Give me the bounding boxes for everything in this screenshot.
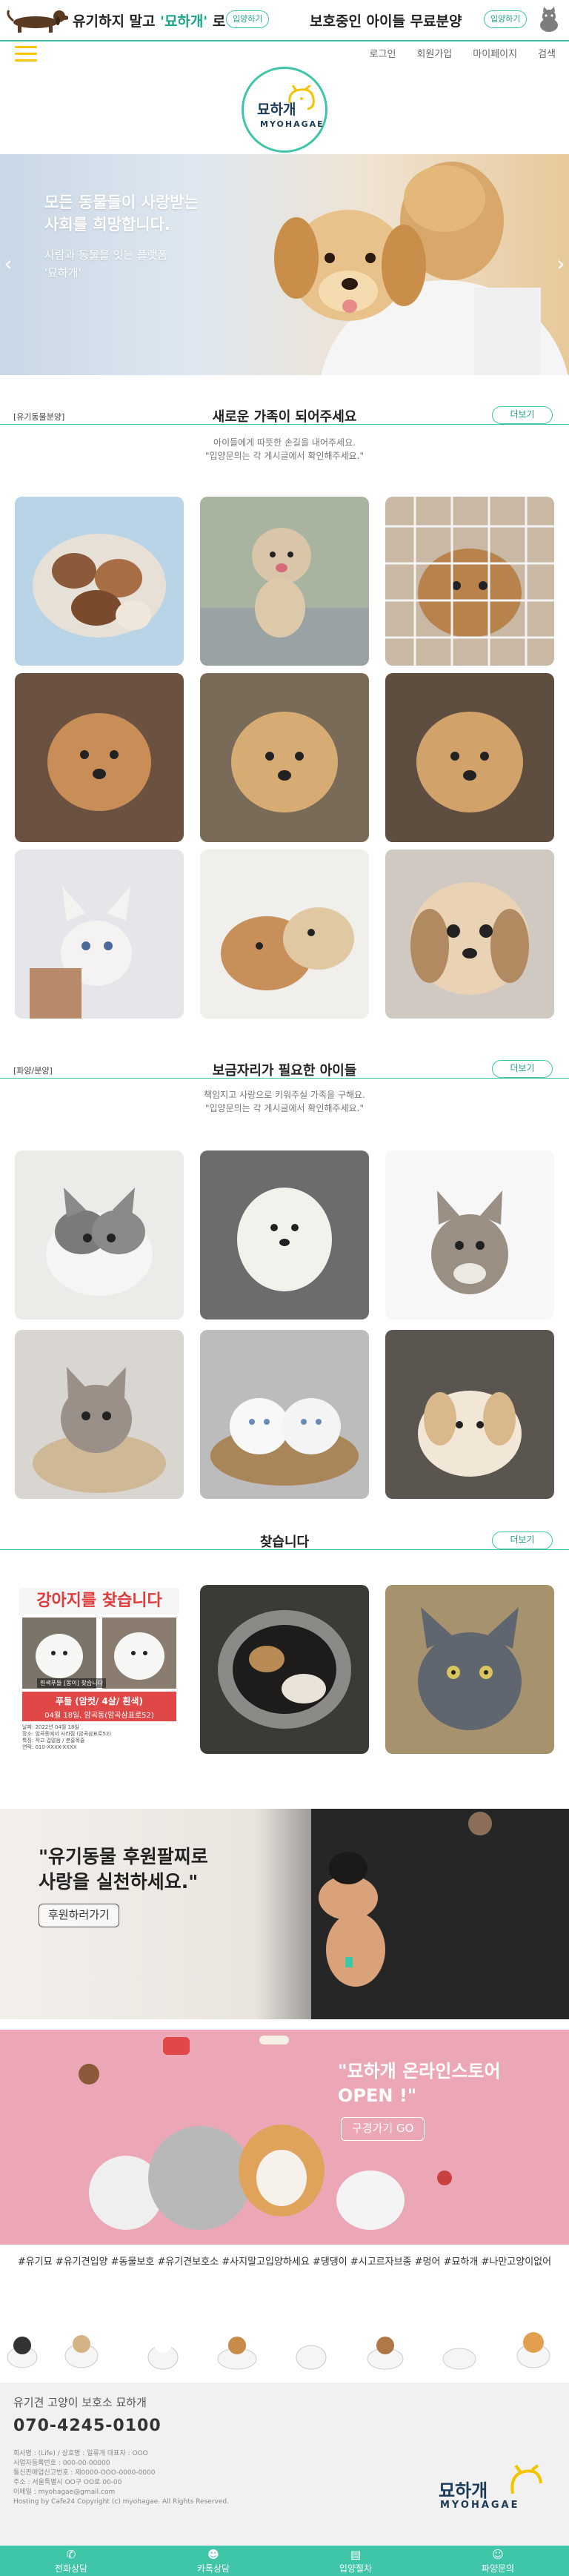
hero-next-arrow-icon[interactable]: › — [553, 249, 569, 279]
pet-card[interactable] — [200, 673, 369, 842]
pet-card[interactable] — [200, 1150, 369, 1320]
footer: 유기견 고양이 보호소 묘하개 070-4245-0100 회사명 : (Lif… — [0, 2383, 569, 2546]
cat-icon: ☺ — [492, 2548, 504, 2561]
section-title: 찾습니다 — [259, 1534, 310, 1550]
adopt-section-desc: 아이들에게 따뜻한 손길을 내어주세요. "입양문의는 각 게시글에서 확인해주… — [205, 437, 364, 461]
top-promo-banner[interactable]: 유기하지 말고 '묘하개' 로 입양하기 보호중인 아이들 무료분양 입양하기 — [0, 0, 569, 42]
footer-phone[interactable]: 070-4245-0100 — [13, 2417, 162, 2435]
mypage-link[interactable]: 마이페이지 — [473, 46, 517, 60]
chat-icon: ☻ — [207, 2548, 219, 2561]
pet-card[interactable] — [15, 850, 184, 1019]
adopt-section-header: [유기동물분양] 새로운 가족이 되어주세요 더보기 — [0, 402, 569, 431]
surrender-inquiry-button[interactable]: ☺ 파양문의 — [427, 2546, 569, 2576]
clipboard-icon: ▤ — [350, 2548, 362, 2561]
footer-name: 유기견 고양이 보호소 묘하개 — [13, 2396, 147, 2409]
call-consult-button[interactable]: ✆ 전화상담 — [0, 2546, 142, 2576]
footer-logo: 묘하개 MYOHAGAE — [439, 2464, 550, 2516]
pet-card[interactable] — [200, 1330, 369, 1499]
hashtags: #유기묘 #유기견입양 #동물보호 #유기견보호소 #사지말고입양하세요 #댕댕… — [17, 2257, 552, 2268]
missing-section-header: 찾습니다 더보기 — [0, 1527, 569, 1557]
hero-prev-arrow-icon[interactable]: ‹ — [0, 249, 16, 279]
logo-en-text: MYOHAGAE — [260, 119, 325, 129]
pet-card[interactable] — [15, 497, 184, 666]
sponsor-button[interactable]: 후원하러가기 — [39, 1904, 119, 1927]
adopt-photo-grid — [15, 497, 554, 1019]
missing-photo-grid: 강아지를 찾습니다 흰색푸들 [몽이] 찾습니다 푸들 (암컷/ 4살/ 흰색)… — [15, 1585, 554, 1754]
header-links: 로그인 회원가입 마이페이지 검색 — [370, 46, 556, 60]
missing-more-button[interactable]: 더보기 — [492, 1532, 553, 1549]
store-title: "묘하개 온라인스토어 OPEN !" — [338, 2061, 501, 2106]
poster-details: 날짜: 2022년 04월 18일 장소: 암곡동에서 사라짐 (암곡삼표로52… — [22, 1724, 112, 1750]
pet-card[interactable] — [200, 850, 369, 1019]
footer-info: 회사명 : (Life) / 상호명 : 일류개 대표자 : OOO 사업자등록… — [13, 2450, 229, 2506]
search-link[interactable]: 검색 — [538, 46, 556, 60]
cat-icon — [540, 7, 558, 32]
section-title: 보금자리가 필요한 아이들 — [212, 1063, 357, 1079]
hamburger-icon[interactable] — [15, 46, 37, 62]
foster-section-header: [파양/분양] 보금자리가 필요한 아이들 더보기 — [0, 1056, 569, 1085]
foster-more-button[interactable]: 더보기 — [492, 1060, 553, 1078]
dog-logo-icon — [510, 2464, 542, 2494]
pet-card[interactable] — [385, 1585, 554, 1754]
store-banner[interactable]: "묘하개 온라인스토어 OPEN !" 구경가기 GO — [0, 2030, 569, 2245]
kakao-consult-button[interactable]: ☻ 카톡상담 — [142, 2546, 284, 2576]
missing-poster[interactable]: 강아지를 찾습니다 흰색푸들 [몽이] 찾습니다 푸들 (암컷/ 4살/ 흰색)… — [15, 1585, 184, 1754]
signup-link[interactable]: 회원가입 — [416, 46, 452, 60]
pet-card[interactable] — [200, 1585, 369, 1754]
store-button[interactable]: 구경가기 GO — [341, 2117, 425, 2141]
adopt-process-button[interactable]: ▤ 입양절차 — [284, 2546, 427, 2576]
poster-caption: 흰색푸들 [몽이] 찾습니다 — [37, 1678, 106, 1688]
hero-title: 모든 동물들이 사랑받는 사회를 희망합니다. — [44, 193, 199, 234]
phone-icon: ✆ — [66, 2548, 76, 2561]
login-link[interactable]: 로그인 — [370, 46, 396, 60]
pet-card[interactable] — [15, 673, 184, 842]
poster-title: 강아지를 찾습니다 — [19, 1588, 179, 1615]
foster-photo-grid — [15, 1150, 554, 1499]
pet-card[interactable] — [385, 497, 554, 666]
logo-kr-text: 묘하개 — [257, 102, 296, 118]
promo-right-adopt-button[interactable]: 입양하기 — [484, 10, 528, 28]
promo-left-adopt-button[interactable]: 입양하기 — [226, 10, 270, 28]
hero-slider[interactable]: 모든 동물들이 사랑받는 사회를 희망합니다. 사람과 동물을 잇는 플랫폼 '… — [0, 154, 569, 375]
foster-section-desc: 책임지고 사랑으로 키워주실 가족을 구해요. "입양문의는 각 게시글에서 확… — [204, 1090, 365, 1113]
pet-card[interactable] — [385, 850, 554, 1019]
dog-illustration-strip — [7, 2332, 550, 2370]
dachshund-icon — [7, 10, 68, 33]
sponsor-title: "유기동물 후원팔찌로 사랑을 실천하세요." — [39, 1846, 208, 1893]
promo-right-text: 보호중인 아이들 무료분양 — [310, 13, 462, 30]
promo-left-text: 유기하지 말고 '묘하개' 로 — [73, 13, 226, 30]
bottom-nav: ✆ 전화상담 ☻ 카톡상담 ▤ 입양절차 ☺ 파양문의 — [0, 2546, 569, 2576]
pet-card[interactable] — [385, 1330, 554, 1499]
pet-card[interactable] — [15, 1150, 184, 1320]
adopt-more-button[interactable]: 더보기 — [492, 406, 553, 424]
pet-card[interactable] — [385, 673, 554, 842]
hero-subtitle: 사람과 동물을 잇는 플랫폼 '묘하개' — [44, 248, 168, 279]
sponsor-banner[interactable]: "유기동물 후원팔찌로 사랑을 실천하세요." 후원하러가기 — [0, 1809, 569, 2019]
pet-card[interactable] — [200, 497, 369, 666]
site-logo[interactable]: 묘하개 MYOHAGAE — [242, 67, 327, 153]
poster-info-box: 푸들 (암컷/ 4살/ 흰색) 04월 18일, 암곡동(암곡삼표로52) — [22, 1692, 176, 1721]
page: 유기하지 말고 '묘하개' 로 입양하기 보호중인 아이들 무료분양 입양하기 … — [0, 0, 569, 2576]
pet-card[interactable] — [15, 1330, 184, 1499]
section-title: 새로운 가족이 되어주세요 — [212, 409, 357, 425]
pet-card[interactable] — [385, 1150, 554, 1320]
